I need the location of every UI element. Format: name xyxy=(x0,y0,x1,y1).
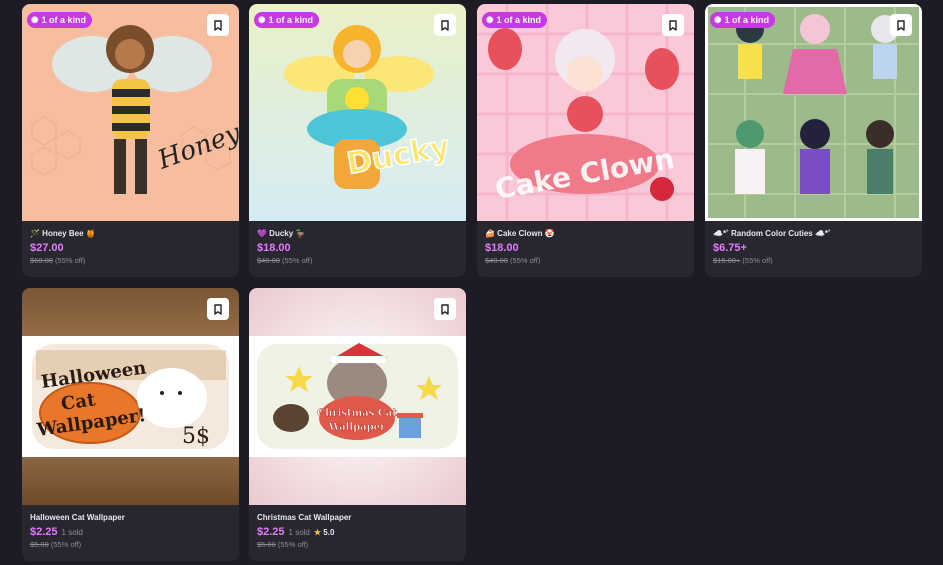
one-of-a-kind-badge: ✺ 1 of a kind xyxy=(710,12,776,28)
rating: ★ 5.0 xyxy=(314,528,335,537)
product-title[interactable]: 💜 Ducky 🦆 xyxy=(257,229,458,239)
original-price: $40.00 xyxy=(257,256,280,265)
product-thumbnail[interactable]: Halloween Cat Wallpaper! 5$ xyxy=(22,288,239,505)
badge-label: 1 of a kind xyxy=(268,15,314,25)
badge-label: 1 of a kind xyxy=(724,15,770,25)
badge-label: 1 of a kind xyxy=(41,15,87,25)
star-icon: ★ xyxy=(313,528,322,537)
bookmark-icon xyxy=(669,19,677,31)
product-card[interactable]: Ducky ✺ 1 of a kind 💜 Ducky 🦆 $18.00 $40… xyxy=(249,4,466,277)
sparkle-icon: ✺ xyxy=(486,15,494,25)
artwork-text: Christmas Cat xyxy=(317,408,397,419)
bookmark-button[interactable] xyxy=(890,14,912,36)
product-title[interactable]: 🪄 Honey Bee 🍯 xyxy=(30,229,231,239)
one-of-a-kind-badge: ✺ 1 of a kind xyxy=(27,12,93,28)
discount-label: (55% off) xyxy=(282,256,313,265)
product-price: $2.25 xyxy=(257,526,285,538)
bookmark-icon xyxy=(214,19,222,31)
discount-label: (55% off) xyxy=(55,256,86,265)
product-thumbnail[interactable]: Honey Bee ✺ 1 of a kind xyxy=(22,4,239,221)
product-price: $27.00 xyxy=(30,242,64,254)
product-price: $18.00 xyxy=(485,242,519,254)
product-thumbnail[interactable]: Ducky ✺ 1 of a kind xyxy=(249,4,466,221)
sparkle-icon: ✺ xyxy=(31,15,39,25)
product-card[interactable]: Honey Bee ✺ 1 of a kind 🪄 Honey Bee 🍯 $2… xyxy=(22,4,239,277)
bookmark-button[interactable] xyxy=(207,14,229,36)
bookmark-button[interactable] xyxy=(434,14,456,36)
discount-label: (55% off) xyxy=(50,540,82,549)
artwork-text: Wallpaper xyxy=(328,422,386,433)
product-title[interactable]: Halloween Cat Wallpaper xyxy=(30,513,231,523)
product-card[interactable]: Cake Clown ✺ 1 of a kind 🍰 Cake Clown 🤡 … xyxy=(477,4,694,277)
original-price: $60.00 xyxy=(30,256,53,265)
product-title[interactable]: 🍰 Cake Clown 🤡 xyxy=(485,229,686,239)
bookmark-button[interactable] xyxy=(662,14,684,36)
sold-count: 1 sold xyxy=(61,528,83,537)
one-of-a-kind-badge: ✺ 1 of a kind xyxy=(482,12,548,28)
product-card[interactable]: Halloween Cat Wallpaper! 5$ Halloween Ca… xyxy=(22,288,239,561)
original-price: $40.00 xyxy=(485,256,508,265)
original-price: $5.00 xyxy=(30,540,49,549)
bookmark-button[interactable] xyxy=(434,298,456,320)
rating-value: 5.0 xyxy=(323,528,335,537)
product-title[interactable]: ☁️*˚ Random Color Cuties ☁️*˚ xyxy=(713,229,914,239)
product-price: $2.25 xyxy=(30,526,58,538)
product-card[interactable]: ✺ 1 of a kind ☁️*˚ Random Color Cuties ☁… xyxy=(705,4,922,277)
bookmark-icon xyxy=(441,19,449,31)
product-card[interactable]: Christmas Cat Wallpaper Christmas Cat Wa… xyxy=(249,288,466,561)
bookmark-icon xyxy=(897,19,905,31)
artwork-text: 5$ xyxy=(182,424,210,449)
product-thumbnail[interactable]: Christmas Cat Wallpaper xyxy=(249,288,466,505)
original-price: $15.00+ xyxy=(713,256,741,265)
sparkle-icon: ✺ xyxy=(258,15,266,25)
product-thumbnail[interactable]: ✺ 1 of a kind xyxy=(705,4,922,221)
sparkle-icon: ✺ xyxy=(714,15,722,25)
bookmark-button[interactable] xyxy=(207,298,229,320)
product-title[interactable]: Christmas Cat Wallpaper xyxy=(257,513,458,523)
discount-label: (55% off) xyxy=(510,256,541,265)
product-price: $6.75+ xyxy=(713,242,747,254)
bookmark-icon xyxy=(214,303,222,315)
discount-label: (55% off) xyxy=(742,256,773,265)
bookmark-icon xyxy=(441,303,449,315)
badge-label: 1 of a kind xyxy=(496,15,542,25)
product-price: $18.00 xyxy=(257,242,291,254)
discount-label: (55% off) xyxy=(277,540,309,549)
product-thumbnail[interactable]: Cake Clown ✺ 1 of a kind xyxy=(477,4,694,221)
one-of-a-kind-badge: ✺ 1 of a kind xyxy=(254,12,320,28)
original-price: $5.00 xyxy=(257,540,276,549)
sold-count: 1 sold xyxy=(288,528,310,537)
